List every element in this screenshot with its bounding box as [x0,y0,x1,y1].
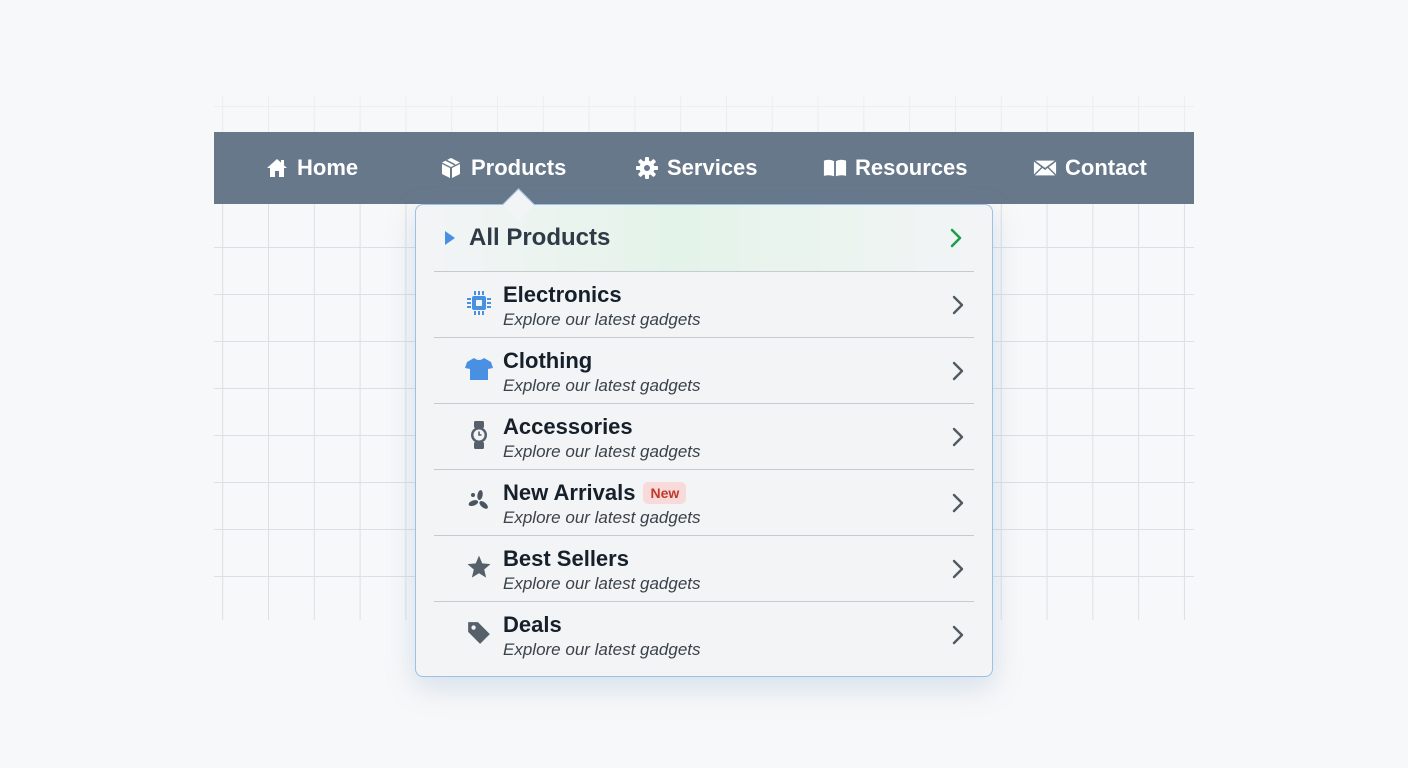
chevron-right-icon [952,559,964,584]
chevron-right-icon [952,361,964,386]
book-icon [823,156,847,180]
chip-icon [465,289,493,317]
chevron-right-icon [952,493,964,518]
nav-item-contact[interactable]: Contact [1033,132,1147,204]
nav-item-label: Home [297,155,359,180]
envelope-icon [1033,156,1057,180]
play-triangle-icon [444,231,456,245]
tag-icon [465,619,493,647]
nav-item-products[interactable]: Products [439,132,566,204]
menu-item-description: Explore our latest gadgets [503,376,701,395]
chevron-right-icon [952,625,964,650]
nav-item-resources[interactable]: Resources [823,132,968,204]
menu-item-title: New Arrivals New [503,480,687,506]
star-icon [465,553,493,581]
menu-item-description: Explore our latest gadgets [503,640,701,659]
menu-item-description: Explore our latest gadgets [503,508,701,527]
menu-item-deals[interactable]: Deals Explore our latest gadgets [434,601,974,668]
menu-item-title: Clothing [503,348,593,373]
nav-item-label: Contact [1065,155,1147,180]
menu-item-title: Best Sellers [503,546,629,571]
chevron-right-icon [952,295,964,320]
menu-item-description: Explore our latest gadgets [503,442,701,461]
box-icon [439,156,463,180]
nav-item-label: Products [471,155,567,180]
nav-item-label: Services [667,155,758,180]
all-products-label: All Products [469,224,611,251]
menu-item-accessories[interactable]: Accessories Explore our latest gadgets [434,403,974,470]
menu-item-clothing[interactable]: Clothing Explore our latest gadgets [434,337,974,404]
top-navbar: Home Products Services Resources Contact [214,132,1194,204]
nav-item-services[interactable]: Services [635,132,758,204]
menu-item-description: Explore our latest gadgets [503,310,701,329]
menu-item-best-sellers[interactable]: Best Sellers Explore our latest gadgets [434,535,974,602]
tshirt-icon [465,355,493,383]
home-icon [265,156,289,180]
menu-item-title: Electronics [503,282,622,307]
menu-item-electronics[interactable]: Electronics Explore our latest gadgets [434,271,974,338]
chevron-right-icon [950,228,962,253]
chevron-right-icon [952,427,964,452]
menu-item-title: Accessories [503,414,633,439]
nav-item-label: Resources [855,155,968,180]
sparkle-icon [465,487,493,515]
menu-item-title: Deals [503,612,562,637]
new-badge: New [643,482,687,504]
menu-item-description: Explore our latest gadgets [503,574,701,593]
products-dropdown-menu: All Products Electronics Explore our lat… [415,204,993,677]
menu-item-new-arrivals[interactable]: New Arrivals New Explore our latest gadg… [434,469,974,536]
nav-item-home[interactable]: Home [265,132,358,204]
watch-icon [465,421,493,449]
gear-icon [635,156,659,180]
